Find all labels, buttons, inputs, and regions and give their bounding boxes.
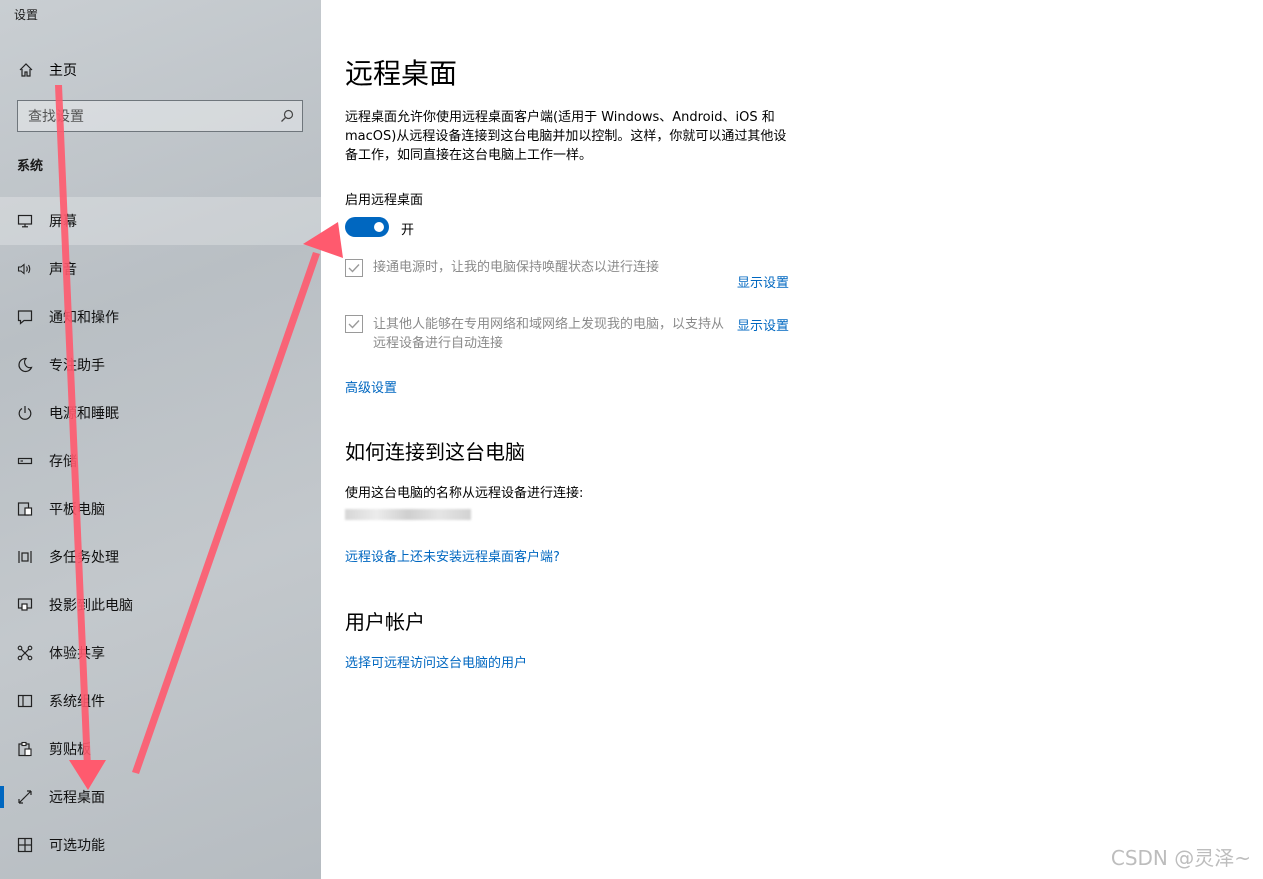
connect-instructions: 使用这台电脑的名称从远程设备进行连接:	[345, 486, 584, 501]
sidebar-item-power[interactable]: 电源和睡眠	[0, 389, 321, 437]
sidebar-item-label: 声音	[49, 262, 77, 278]
moon-icon	[16, 356, 34, 374]
toggle-knob	[374, 222, 384, 232]
sidebar: 设置 主页 查找设置 系统 屏幕 声音 通知和操作 专注助手 电源和睡眠 存储 …	[0, 0, 321, 879]
checkmark-icon	[348, 320, 360, 329]
sidebar-item-notifications[interactable]: 通知和操作	[0, 293, 321, 341]
pc-name-redacted	[345, 509, 471, 520]
speaker-icon	[16, 260, 34, 278]
discoverable-checkbox[interactable]	[345, 315, 363, 333]
page-title: 远程桌面	[345, 57, 458, 90]
sidebar-item-sound[interactable]: 声音	[0, 245, 321, 293]
sidebar-item-shared-experiences[interactable]: 体验共享	[0, 629, 321, 677]
watermark: CSDN @灵泽~	[1110, 846, 1251, 870]
section-title: 系统	[17, 159, 44, 174]
option2-display-settings-link[interactable]: 显示设置	[737, 315, 789, 334]
option1-display-settings-link[interactable]: 显示设置	[737, 272, 789, 291]
remote-desktop-toggle[interactable]	[345, 217, 389, 237]
sidebar-item-storage[interactable]: 存储	[0, 437, 321, 485]
sidebar-item-remote-desktop[interactable]: 远程桌面	[0, 773, 321, 821]
optional-features-icon	[16, 836, 34, 854]
project-icon	[16, 596, 34, 614]
selection-indicator	[0, 786, 4, 808]
app-title: 设置	[14, 8, 39, 22]
sidebar-item-display[interactable]: 屏幕	[0, 197, 321, 245]
enable-remote-desktop-label: 启用远程桌面	[345, 193, 424, 208]
tablet-icon	[16, 500, 34, 518]
home-label: 主页	[49, 63, 77, 79]
share-icon	[16, 644, 34, 662]
sidebar-item-label: 通知和操作	[49, 310, 119, 326]
sidebar-item-label: 投影到此电脑	[49, 598, 133, 614]
sidebar-item-tablet[interactable]: 平板电脑	[0, 485, 321, 533]
remote-desktop-icon	[16, 788, 34, 806]
advanced-settings-link[interactable]: 高级设置	[345, 377, 397, 396]
sidebar-nav: 屏幕 声音 通知和操作 专注助手 电源和睡眠 存储 平板电脑 多任务处理 投影到…	[0, 197, 321, 869]
sidebar-item-label: 专注助手	[49, 358, 105, 374]
sidebar-item-label: 系统组件	[49, 694, 105, 710]
select-users-link[interactable]: 选择可远程访问这台电脑的用户	[345, 652, 527, 671]
notification-icon	[16, 308, 34, 326]
client-not-installed-link[interactable]: 远程设备上还未安装远程桌面客户端?	[345, 546, 560, 565]
sidebar-item-project[interactable]: 投影到此电脑	[0, 581, 321, 629]
sidebar-item-optional-features[interactable]: 可选功能	[0, 821, 321, 869]
sidebar-item-multitasking[interactable]: 多任务处理	[0, 533, 321, 581]
sidebar-item-label: 屏幕	[49, 214, 77, 230]
search-icon[interactable]	[280, 109, 294, 123]
sidebar-item-label: 存储	[49, 454, 77, 470]
power-icon	[16, 404, 34, 422]
sidebar-item-label: 多任务处理	[49, 550, 119, 566]
storage-icon	[16, 452, 34, 470]
toggle-state-text: 开	[401, 223, 415, 238]
home-nav-item[interactable]: 主页	[17, 58, 77, 82]
connect-heading: 如何连接到这台电脑	[345, 440, 525, 464]
sidebar-item-focus-assist[interactable]: 专注助手	[0, 341, 321, 389]
home-icon	[17, 61, 35, 79]
sidebar-item-label: 平板电脑	[49, 502, 105, 518]
sidebar-item-label: 剪贴板	[49, 742, 91, 758]
monitor-icon	[16, 212, 34, 230]
checkmark-icon	[348, 264, 360, 273]
clipboard-icon	[16, 740, 34, 758]
keep-awake-checkbox[interactable]	[345, 259, 363, 277]
sidebar-item-label: 体验共享	[49, 646, 105, 662]
discoverable-label: 让其他人能够在专用网络和域网络上发现我的电脑，以支持从远程设备进行自动连接	[373, 317, 725, 351]
sidebar-item-label: 可选功能	[49, 838, 105, 854]
sidebar-item-label: 远程桌面	[49, 790, 105, 806]
page-description: 远程桌面允许你使用远程桌面客户端(适用于 Windows、Android、iOS…	[345, 110, 787, 163]
search-input[interactable]: 查找设置	[17, 100, 303, 132]
main-panel: 远程桌面 远程桌面允许你使用远程桌面客户端(适用于 Windows、Androi…	[321, 0, 1263, 879]
sidebar-item-label: 电源和睡眠	[49, 406, 119, 422]
multitasking-icon	[16, 548, 34, 566]
search-placeholder: 查找设置	[28, 109, 84, 125]
sidebar-item-system-components[interactable]: 系统组件	[0, 677, 321, 725]
user-accounts-heading: 用户帐户	[345, 610, 425, 634]
sidebar-item-clipboard[interactable]: 剪贴板	[0, 725, 321, 773]
components-icon	[16, 692, 34, 710]
keep-awake-label: 接通电源时，让我的电脑保持唤醒状态以进行连接	[373, 260, 660, 275]
